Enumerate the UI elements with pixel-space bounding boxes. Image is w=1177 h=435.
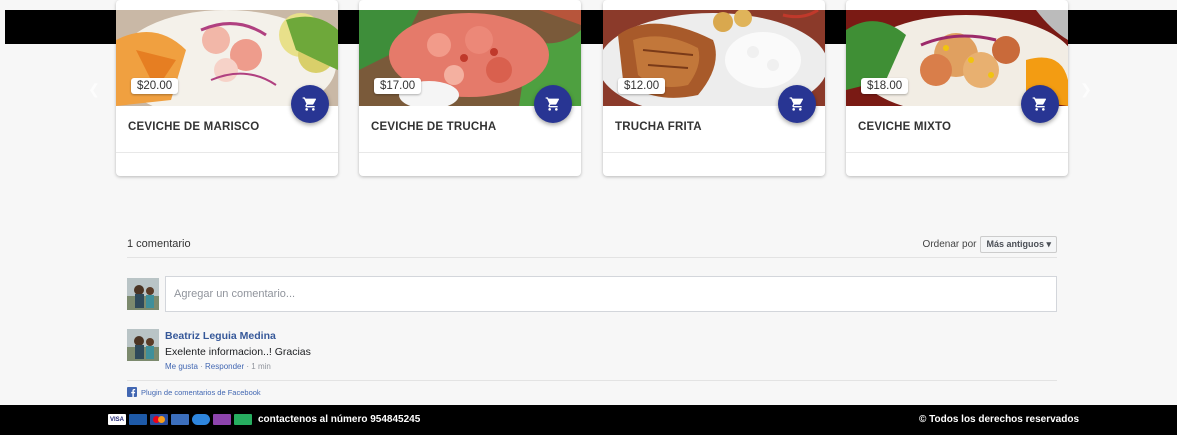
cart-icon [1032,97,1046,111]
facebook-plugin-link[interactable]: Plugin de comentarios de Facebook [127,387,261,397]
sort-control: Ordenar por Más antiguos ▾ [923,236,1057,253]
comment-author[interactable]: Beatriz Leguia Medina [165,330,276,342]
product-card[interactable]: $20.00 CEVICHE DE MARISCO [116,0,338,176]
cart-icon [302,97,316,111]
card-icon [192,414,210,425]
price-badge: $20.00 [131,78,179,94]
product-card[interactable]: $18.00 CEVICHE MIXTO [846,0,1068,176]
comment-author-avatar[interactable] [127,329,159,361]
sort-label: Ordenar por [922,239,977,250]
card-divider [846,152,1068,153]
payment-icons: VISA [108,414,252,425]
price-badge: $17.00 [374,78,422,94]
chevron-left-icon: ❮ [88,80,100,97]
comment-time[interactable]: 1 min [251,362,271,371]
add-to-cart-button[interactable] [291,85,329,123]
footer: VISA contactenos al número 954845245 © T… [0,405,1177,435]
carousel-prev-button[interactable]: ❮ [84,78,104,100]
card-divider [359,152,581,153]
bank-card-icon [129,414,147,425]
sort-select[interactable]: Más antiguos ▾ [980,236,1057,253]
copyright-text: © Todos los derechos reservados [918,414,1079,425]
amex-icon [171,414,189,425]
product-title[interactable]: CEVICHE DE MARISCO [128,121,259,133]
comment-text: Exelente informacion..! Gracias [165,346,311,358]
plugin-label: Plugin de comentarios de Facebook [141,387,261,397]
cart-icon [545,97,559,111]
cart-icon [789,97,803,111]
comments-header: 1 comentario Ordenar por Más antiguos ▾ [127,236,1057,258]
comment-actions: Me gusta · Responder · 1 min [165,362,271,371]
comments-divider [127,380,1057,381]
wallet-icon [213,414,231,425]
product-card[interactable]: $17.00 CEVICHE DE TRUCHA [359,0,581,176]
avatar [127,278,159,310]
cash-icon [234,414,252,425]
add-to-cart-button[interactable] [778,85,816,123]
chevron-right-icon: ❯ [1080,80,1092,97]
comment-input[interactable]: Agregar un comentario... [165,276,1057,312]
price-badge: $12.00 [618,78,666,94]
visa-icon: VISA [108,414,126,425]
card-divider [603,152,825,153]
product-title[interactable]: CEVICHE MIXTO [858,121,951,133]
add-to-cart-button[interactable] [1021,85,1059,123]
card-divider [116,152,338,153]
price-badge: $18.00 [861,78,909,94]
contact-text: contactenos al número 954845245 [258,414,421,425]
product-title[interactable]: CEVICHE DE TRUCHA [371,121,496,133]
mastercard-icon [150,414,168,425]
product-card[interactable]: $12.00 TRUCHA FRITA [603,0,825,176]
add-to-cart-button[interactable] [534,85,572,123]
facebook-icon [127,387,137,397]
like-link[interactable]: Me gusta [165,362,198,371]
facebook-comments: 1 comentario Ordenar por Más antiguos ▾ … [127,236,1057,397]
product-title[interactable]: TRUCHA FRITA [615,121,702,133]
reply-link[interactable]: Responder [205,362,244,371]
comment-count: 1 comentario [127,238,191,250]
carousel-next-button[interactable]: ❯ [1076,78,1096,100]
